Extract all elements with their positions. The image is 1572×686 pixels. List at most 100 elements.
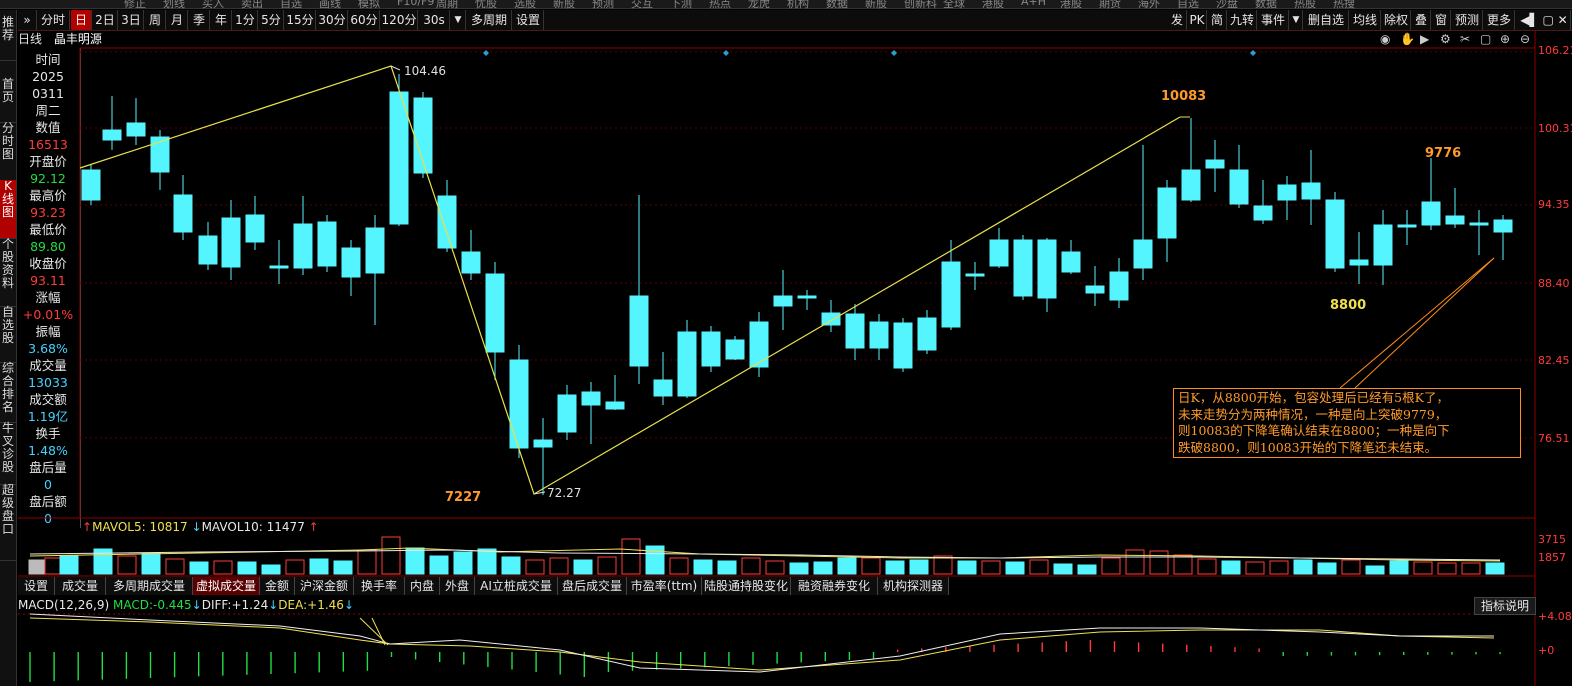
mavol10-value: 11477 bbox=[266, 520, 305, 534]
event-marker-icon bbox=[1250, 50, 1256, 56]
mavol5-value: 10817 bbox=[149, 520, 188, 534]
candle-body bbox=[509, 359, 529, 449]
candle-body bbox=[1469, 222, 1489, 226]
price-axis-label: 106.21 bbox=[1538, 44, 1572, 57]
volume-bar bbox=[1245, 561, 1265, 575]
candle-body bbox=[81, 169, 101, 201]
price-axis-label: 76.51 bbox=[1538, 432, 1570, 445]
volume-bar bbox=[429, 555, 449, 575]
diff-down-arrow: ↓ bbox=[268, 598, 279, 612]
volume-bar bbox=[885, 560, 905, 575]
candle-body bbox=[1325, 199, 1345, 269]
volume-bar bbox=[1077, 564, 1097, 575]
candle-body bbox=[245, 214, 265, 243]
macd-label: MACD: bbox=[112, 598, 153, 612]
volume-bar bbox=[381, 536, 401, 575]
macd-down-arrow: ↓ bbox=[191, 598, 202, 612]
indicator-tab[interactable]: 陆股通持股变化 bbox=[702, 577, 791, 595]
mavol10-label: MAVOL10: bbox=[201, 520, 263, 534]
macd-value: -0.445 bbox=[152, 598, 192, 612]
volume-bar bbox=[1389, 560, 1409, 575]
volume-bar bbox=[165, 558, 185, 575]
indicator-tab[interactable]: 内盘 bbox=[405, 577, 440, 595]
indicator-tab[interactable]: 金额 bbox=[260, 577, 295, 595]
candle-body bbox=[365, 227, 385, 274]
indicator-tab[interactable]: 市盈率(ttm) bbox=[627, 577, 702, 595]
event-marker-icon bbox=[483, 50, 489, 56]
volume-bar bbox=[573, 559, 593, 575]
pivot-label-7227: 7227 bbox=[445, 490, 482, 505]
candle-body bbox=[1229, 169, 1249, 205]
diff-line bbox=[29, 613, 1494, 673]
indicator-tab[interactable]: 虚拟成交量 bbox=[193, 577, 260, 595]
volume-bar bbox=[1029, 559, 1049, 575]
macd-name[interactable]: MACD(12,26,9) bbox=[18, 598, 109, 612]
candle-body bbox=[1157, 187, 1177, 239]
annotation-line-2: 未来走势分为两种情况，一种是向上突破9779， bbox=[1178, 406, 1448, 422]
volume-bar bbox=[1365, 565, 1385, 575]
candle-body bbox=[557, 394, 577, 433]
indicator-tab[interactable]: 盘后成交量 bbox=[558, 577, 627, 595]
indicator-tab[interactable]: AI立桩成交量 bbox=[475, 577, 558, 595]
candle-body bbox=[293, 223, 313, 269]
volume-bar bbox=[1293, 559, 1313, 575]
candle-body bbox=[533, 439, 553, 448]
candle-body bbox=[1013, 239, 1033, 297]
indicator-tab[interactable]: 机构探测器 bbox=[878, 577, 949, 595]
volume-bar bbox=[1269, 560, 1289, 575]
volume-bar bbox=[813, 561, 833, 575]
indicator-tab[interactable]: 融资融券变化 bbox=[791, 577, 878, 595]
mavol5-up-arrow: ↑ bbox=[82, 520, 93, 534]
indicator-tab[interactable]: 成交量 bbox=[55, 577, 106, 595]
price-axis-label: 88.40 bbox=[1538, 277, 1570, 290]
volume-bar bbox=[1101, 557, 1121, 575]
volume-bar bbox=[1197, 558, 1217, 575]
candle-body bbox=[269, 265, 289, 269]
volume-bar bbox=[189, 561, 209, 575]
pivot-label-8800: 8800 bbox=[1330, 298, 1367, 313]
candle-body bbox=[173, 194, 193, 233]
candle-body bbox=[917, 317, 937, 351]
volume-bar bbox=[1149, 550, 1169, 575]
analysis-annotation: 日K，从8800开始，包容处理后已经有5根K了， 未来走势分为两种情况，一种是向… bbox=[1173, 388, 1521, 458]
macd-axis-top: +4.08 bbox=[1538, 610, 1572, 623]
volume-bar bbox=[477, 548, 497, 575]
candle-body bbox=[1301, 182, 1321, 200]
price-axis-label: 94.35 bbox=[1538, 198, 1570, 211]
indicator-help-button[interactable]: 指标说明 bbox=[1474, 597, 1536, 615]
volume-bar bbox=[789, 562, 809, 575]
volume-bar bbox=[693, 559, 713, 575]
volume-bar bbox=[141, 552, 161, 575]
dea-value: +1.46 bbox=[307, 598, 344, 612]
volume-bar bbox=[1053, 563, 1073, 575]
indicator-tab[interactable]: 多周期成交量 bbox=[106, 577, 193, 595]
candle-body bbox=[701, 331, 721, 367]
volume-bar bbox=[669, 557, 689, 575]
candle-body bbox=[749, 321, 769, 368]
volume-bar bbox=[837, 557, 857, 575]
candle-body bbox=[629, 295, 649, 367]
indicator-tab[interactable]: 沪深金额 bbox=[295, 577, 354, 595]
volume-bar bbox=[1125, 549, 1145, 575]
candle-body bbox=[1109, 271, 1129, 301]
candle-body bbox=[725, 339, 745, 360]
volume-bar bbox=[981, 560, 1001, 575]
candle-body bbox=[1445, 215, 1465, 225]
candle-body bbox=[677, 331, 697, 397]
candle-body bbox=[1061, 251, 1081, 273]
volume-bar bbox=[261, 564, 281, 575]
pivot-label-9776: 9776 bbox=[1425, 146, 1462, 161]
indicator-tab[interactable]: 外盘 bbox=[440, 577, 475, 595]
indicator-tab[interactable]: 换手率 bbox=[354, 577, 405, 595]
candle-body bbox=[1349, 259, 1369, 266]
candle-body bbox=[893, 322, 913, 369]
volume-axis-mid: 1857 bbox=[1538, 551, 1566, 564]
volume-bar bbox=[1341, 559, 1361, 575]
volume-bar bbox=[59, 555, 79, 575]
volume-bar bbox=[1461, 562, 1481, 575]
candle-body bbox=[797, 295, 817, 299]
volume-bar bbox=[28, 559, 48, 575]
volume-bar bbox=[861, 557, 881, 575]
indicator-tab[interactable]: 设置 bbox=[18, 577, 55, 595]
mavol10-down-arrow: ↓ bbox=[191, 520, 202, 534]
